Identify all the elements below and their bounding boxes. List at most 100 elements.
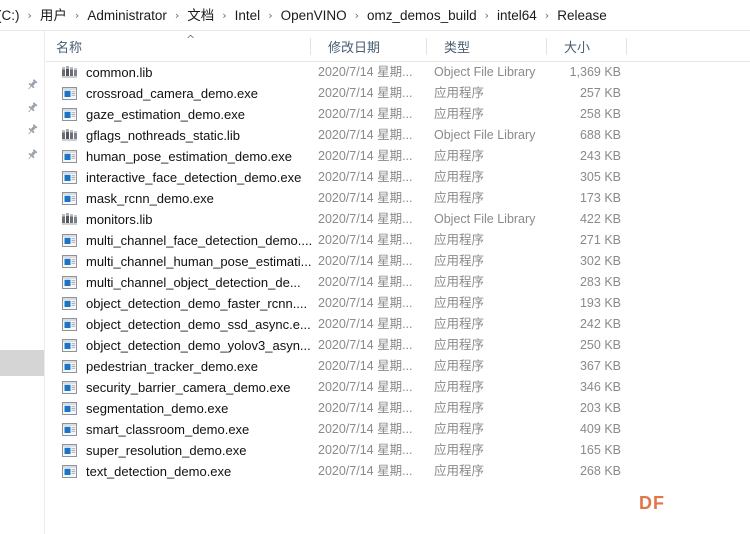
file-name-cell[interactable]: human_pose_estimation_demo.exe [62, 148, 312, 165]
file-name-cell[interactable]: pedestrian_tracker_demo.exe [62, 358, 312, 375]
file-date-cell: 2020/7/14 星期... [318, 338, 413, 352]
file-name-cell[interactable]: gflags_nothreads_static.lib [62, 127, 312, 144]
file-row[interactable]: crossroad_camera_demo.exe 2020/7/14 星期...… [46, 83, 750, 104]
file-row[interactable]: text_detection_demo.exe 2020/7/14 星期... 应用… [46, 461, 750, 482]
breadcrumb-item-3[interactable]: 文档 [186, 0, 215, 30]
file-row[interactable]: mask_rcnn_demo.exe 2020/7/14 星期... 应用程序 173… [46, 188, 750, 209]
file-size-cell: 367 KB [579, 359, 621, 373]
breadcrumb-item-5[interactable]: OpenVINO [280, 0, 348, 30]
file-row[interactable]: object_detection_demo_ssd_async.e... 2020… [46, 314, 750, 335]
file-size-cell: 165 KB [579, 443, 621, 457]
breadcrumb-item-7[interactable]: intel64 [496, 0, 538, 30]
file-row[interactable]: human_pose_estimation_demo.exe 2020/7/14 … [46, 146, 750, 167]
exe-file-icon [62, 233, 77, 248]
file-name-cell[interactable]: mask_rcnn_demo.exe [62, 190, 312, 207]
file-size-cell: 302 KB [579, 254, 621, 268]
column-divider-2[interactable] [546, 38, 547, 55]
file-row[interactable]: pedestrian_tracker_demo.exe 2020/7/14 星期.… [46, 356, 750, 377]
file-date-cell: 2020/7/14 星期... [318, 317, 413, 331]
file-type-cell: 应用程序 [434, 359, 485, 373]
file-name-label: security_barrier_camera_demo.exe [86, 380, 291, 395]
file-row[interactable]: multi_channel_object_detection_de... 2020… [46, 272, 750, 293]
file-type-cell: 应用程序 [434, 254, 485, 268]
file-name-label: smart_classroom_demo.exe [86, 422, 250, 437]
file-row[interactable]: smart_classroom_demo.exe 2020/7/14 星期... 应… [46, 419, 750, 440]
file-name-cell[interactable]: monitors.lib [62, 211, 312, 228]
column-header-2[interactable]: 类型 [434, 31, 554, 61]
breadcrumb-separator: › [268, 8, 273, 22]
breadcrumb-item-0[interactable]: (C:) [0, 0, 21, 30]
file-size-cell: 422 KB [579, 212, 621, 226]
file-row[interactable]: gflags_nothreads_static.lib 2020/7/14 星期.… [46, 125, 750, 146]
file-size-cell: 173 KB [579, 191, 621, 205]
exe-file-icon [62, 86, 77, 101]
file-date-cell: 2020/7/14 星期... [318, 170, 413, 184]
file-name-label: object_detection_demo_ssd_async.e... [86, 317, 311, 332]
file-date-cell: 2020/7/14 星期... [318, 296, 413, 310]
file-type-cell: 应用程序 [434, 149, 485, 163]
file-row[interactable]: security_barrier_camera_demo.exe 2020/7/1… [46, 377, 750, 398]
file-type-cell: 应用程序 [434, 443, 485, 457]
file-row[interactable]: common.lib 2020/7/14 星期... Object File Lib… [46, 62, 750, 83]
breadcrumb-separator: › [484, 8, 489, 22]
column-header-0[interactable]: 名称 [46, 31, 318, 61]
file-row[interactable]: monitors.lib 2020/7/14 星期... Object File L… [46, 209, 750, 230]
file-name-cell[interactable]: object_detection_demo_ssd_async.e... [62, 316, 312, 333]
file-name-cell[interactable]: segmentation_demo.exe [62, 400, 312, 417]
file-size-cell: 242 KB [579, 317, 621, 331]
file-name-cell[interactable]: object_detection_demo_faster_rcnn.... [62, 295, 312, 312]
exe-file-icon [62, 401, 77, 416]
file-name-label: multi_channel_face_detection_demo.... [86, 233, 312, 248]
exe-file-icon [62, 380, 77, 395]
navigation-pane[interactable] [0, 31, 45, 534]
pin-icon[interactable] [25, 123, 39, 137]
file-row[interactable]: gaze_estimation_demo.exe 2020/7/14 星期... 应… [46, 104, 750, 125]
file-name-label: human_pose_estimation_demo.exe [86, 149, 292, 164]
file-row[interactable]: object_detection_demo_yolov3_asyn... 2020… [46, 335, 750, 356]
file-name-cell[interactable]: multi_channel_face_detection_demo.... [62, 232, 312, 249]
lib-file-icon [62, 128, 77, 143]
breadcrumb-item-2[interactable]: Administrator [86, 0, 168, 30]
breadcrumb-item-1[interactable]: 用户 [39, 0, 68, 30]
file-row[interactable]: multi_channel_human_pose_estimati... 2020… [46, 251, 750, 272]
file-name-cell[interactable]: gaze_estimation_demo.exe [62, 106, 312, 123]
file-name-cell[interactable]: security_barrier_camera_demo.exe [62, 379, 312, 396]
file-row[interactable]: segmentation_demo.exe 2020/7/14 星期... 应用程序… [46, 398, 750, 419]
breadcrumb-item-4[interactable]: Intel [234, 0, 262, 30]
file-list-panel[interactable]: 名称 修改日期 类型 大小 ^ common.lib 2020/7/14 星期... Obj… [46, 31, 750, 534]
file-name-label: object_detection_demo_faster_rcnn.... [86, 296, 308, 311]
file-row[interactable]: multi_channel_face_detection_demo.... 202… [46, 230, 750, 251]
column-header-1[interactable]: 修改日期 [318, 31, 434, 61]
file-list-rows[interactable]: common.lib 2020/7/14 星期... Object File Lib… [46, 62, 750, 482]
address-breadcrumb-bar[interactable]: (C:) › 用户 › Administrator › 文档 › Intel › OpenVINO ›… [0, 0, 750, 31]
file-name-label: pedestrian_tracker_demo.exe [86, 359, 258, 374]
breadcrumb-separator: › [222, 8, 227, 22]
file-row[interactable]: object_detection_demo_faster_rcnn.... 202… [46, 293, 750, 314]
breadcrumb-item-6[interactable]: omz_demos_build [366, 0, 478, 30]
pin-icon[interactable] [25, 148, 39, 162]
column-divider-3[interactable] [626, 38, 627, 55]
file-size-cell: 346 KB [579, 380, 621, 394]
breadcrumb-separator: › [74, 8, 80, 22]
file-name-cell[interactable]: object_detection_demo_yolov3_asyn... [62, 337, 312, 354]
column-header-row[interactable]: 名称 修改日期 类型 大小 ^ [46, 31, 750, 62]
file-name-cell[interactable]: multi_channel_object_detection_de... [62, 274, 312, 291]
breadcrumb-item-8[interactable]: Release [556, 0, 608, 30]
file-name-cell[interactable]: text_detection_demo.exe [62, 463, 312, 480]
column-divider-1[interactable] [426, 38, 427, 55]
pin-icon[interactable] [25, 101, 39, 115]
file-date-cell: 2020/7/14 星期... [318, 149, 413, 163]
file-name-cell[interactable]: smart_classroom_demo.exe [62, 421, 312, 438]
file-row[interactable]: super_resolution_demo.exe 2020/7/14 星期...… [46, 440, 750, 461]
file-row[interactable]: interactive_face_detection_demo.exe 2020/… [46, 167, 750, 188]
file-date-cell: 2020/7/14 星期... [318, 212, 413, 226]
column-header-3[interactable]: 大小 [554, 31, 634, 61]
file-name-cell[interactable]: crossroad_camera_demo.exe [62, 85, 312, 102]
file-name-cell[interactable]: multi_channel_human_pose_estimati... [62, 253, 312, 270]
pin-icon[interactable] [25, 78, 39, 92]
file-name-cell[interactable]: common.lib [62, 64, 312, 81]
file-name-cell[interactable]: super_resolution_demo.exe [62, 442, 312, 459]
file-type-cell: 应用程序 [434, 107, 485, 121]
file-name-cell[interactable]: interactive_face_detection_demo.exe [62, 169, 312, 186]
column-divider-0[interactable] [310, 38, 311, 55]
